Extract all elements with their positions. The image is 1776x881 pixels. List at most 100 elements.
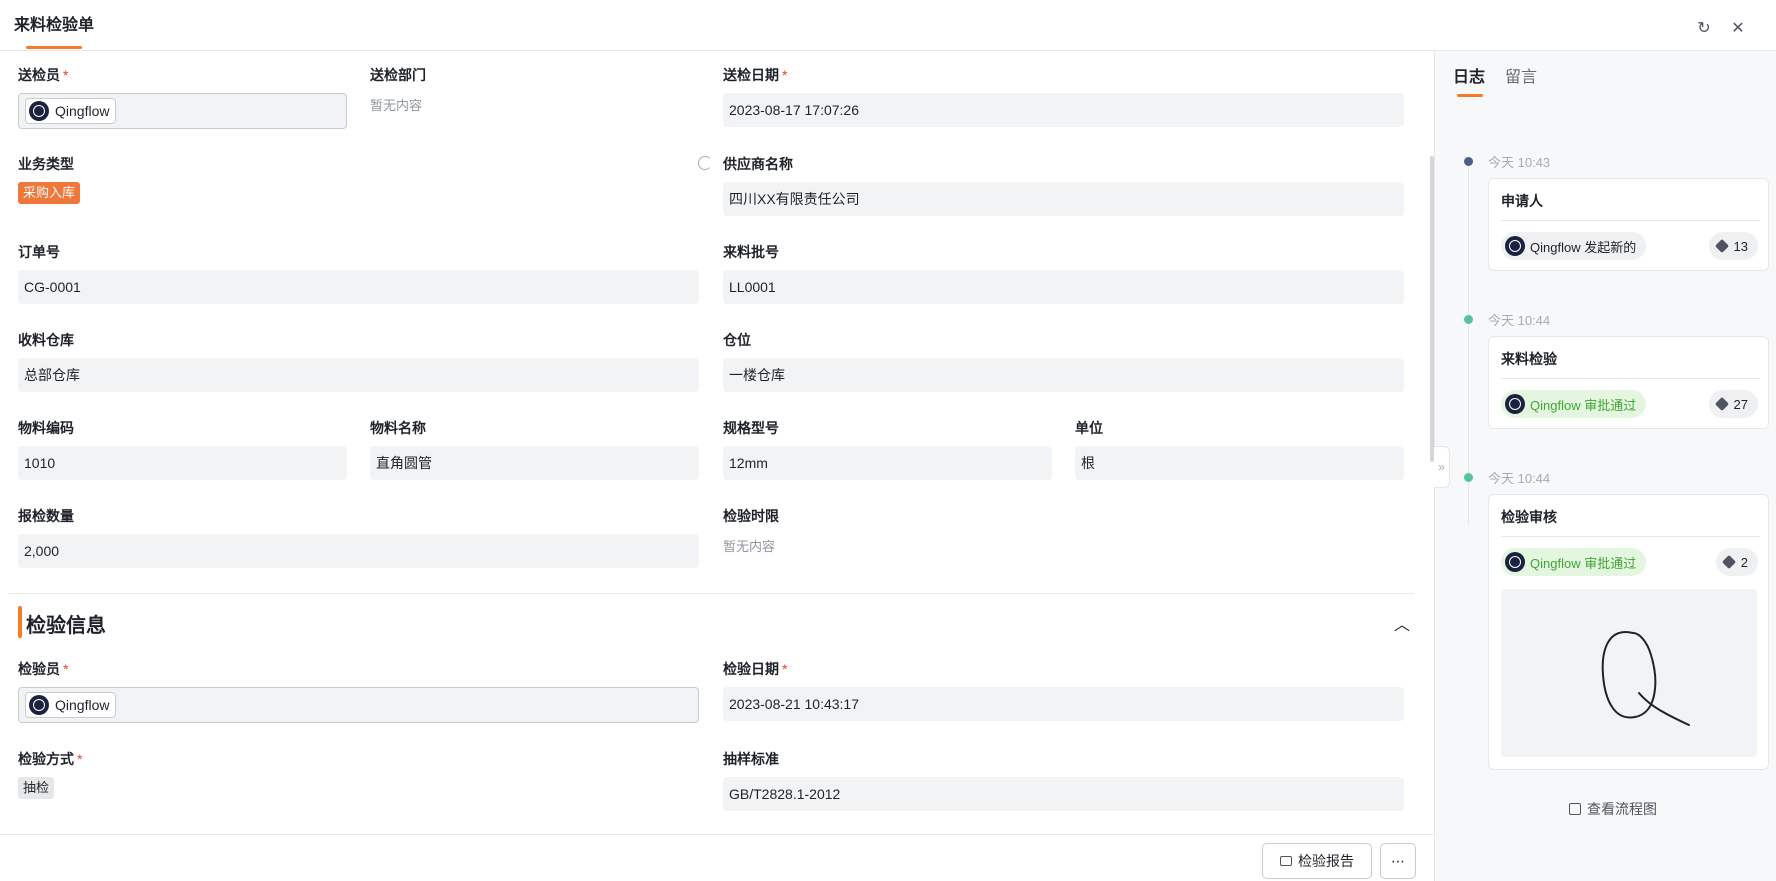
unit-input[interactable]: 根 — [1075, 446, 1404, 480]
report-button[interactable]: 检验报告 — [1262, 843, 1372, 879]
form-area[interactable]: 送检员 * Qingflow 送检部门 暂无内容 送检日期 * 2023-08-17… — [0, 51, 1434, 834]
quantity-input[interactable]: 2,000 — [18, 534, 699, 568]
avatar — [1505, 394, 1525, 414]
required-mark: * — [782, 67, 788, 83]
field-submit-date: 送检日期 * 2023-08-17 17:07:26 — [723, 65, 1404, 127]
signature-icon — [1601, 631, 1690, 726]
material-code-label: 物料编码 — [18, 420, 74, 436]
field-business-type: 业务类型 采购入库 — [18, 154, 699, 204]
supplier-input[interactable]: 四川XX有限责任公司 — [723, 182, 1404, 216]
signature-image[interactable] — [1501, 589, 1757, 757]
actor-pill: Qingflow 审批通过 — [1501, 548, 1647, 576]
flow-link-label: 查看流程图 — [1587, 801, 1657, 817]
avatar — [29, 101, 49, 121]
title-tab-indicator — [26, 46, 82, 49]
field-time-limit: 检验时限 暂无内容 — [723, 506, 1404, 555]
member-chip[interactable]: Qingflow — [25, 692, 117, 718]
entry-count: 2 — [1740, 554, 1748, 570]
actor-pill: Qingflow 发起新的 — [1501, 232, 1647, 260]
refresh-icon[interactable]: ↻ — [1694, 18, 1714, 38]
warehouse-input[interactable]: 总部仓库 — [18, 358, 699, 392]
field-count-badge[interactable]: 27 — [1708, 390, 1758, 418]
batch-no-input[interactable]: LL0001 — [723, 270, 1404, 304]
inspector-value: Qingflow — [55, 697, 110, 713]
entry-time: 今天 10:44 — [1488, 313, 1551, 328]
inspector-input[interactable]: Qingflow — [18, 687, 699, 723]
submitter-input[interactable]: Qingflow — [18, 93, 347, 129]
header-bar: 来料检验单 ↻ ✕ — [0, 0, 1776, 51]
actor-pill: Qingflow 审批通过 — [1501, 390, 1647, 418]
field-quantity: 报检数量 2,000 — [18, 506, 699, 568]
field-count-badge[interactable]: 2 — [1715, 548, 1758, 576]
location-label: 仓位 — [723, 332, 751, 348]
close-icon[interactable]: ✕ — [1728, 18, 1748, 38]
required-mark: * — [63, 67, 69, 83]
method-tag: 抽检 — [18, 777, 55, 799]
time-limit-label: 检验时限 — [723, 508, 779, 524]
field-material-name: 物料名称 直角圆管 — [370, 418, 699, 480]
inspect-date-input[interactable]: 2023-08-21 10:43:17 — [723, 687, 1404, 721]
flowchart-icon — [1569, 803, 1581, 815]
standard-label: 抽样标准 — [723, 751, 779, 767]
section-accent-bar — [18, 606, 22, 638]
wrench-icon — [1714, 396, 1729, 412]
required-mark: * — [63, 661, 69, 677]
inspector-label: 检验员 — [18, 661, 60, 677]
entry-title: 检验审核 — [1501, 509, 1557, 525]
supplier-label: 供应商名称 — [723, 156, 793, 172]
printer-icon — [1280, 856, 1292, 866]
field-material-code: 物料编码 1010 — [18, 418, 347, 480]
card-divider — [1501, 220, 1760, 221]
field-batch-no: 来料批号 LL0001 — [723, 242, 1404, 304]
member-chip[interactable]: Qingflow — [25, 98, 117, 124]
business-type-label: 业务类型 — [18, 156, 74, 172]
submit-date-input[interactable]: 2023-08-17 17:07:26 — [723, 93, 1404, 127]
material-code-input[interactable]: 1010 — [18, 446, 347, 480]
field-spec: 规格型号 12mm — [723, 418, 1052, 480]
order-no-input[interactable]: CG-0001 — [18, 270, 699, 304]
timeline-dot — [1464, 473, 1473, 482]
field-warehouse: 收料仓库 总部仓库 — [18, 330, 699, 392]
warehouse-label: 收料仓库 — [18, 332, 74, 348]
footer-bar: 检验报告 ⋯ — [0, 834, 1434, 881]
field-count-badge[interactable]: 13 — [1708, 232, 1758, 260]
timeline-dot — [1464, 157, 1473, 166]
page-title: 来料检验单 — [14, 17, 95, 34]
unit-label: 单位 — [1075, 420, 1103, 436]
card-divider — [1501, 536, 1760, 537]
standard-input[interactable]: GB/T2828.1-2012 — [723, 777, 1404, 811]
department-value: 暂无内容 — [370, 98, 423, 113]
tab-comments[interactable]: 留言 — [1505, 63, 1537, 87]
section-divider — [8, 593, 1414, 594]
submit-date-label: 送检日期 — [723, 67, 779, 83]
field-supplier: 供应商名称 四川XX有限责任公司 — [723, 154, 1404, 216]
inspect-date-label: 检验日期 — [723, 661, 779, 677]
log-card: 来料检验 Qingflow 审批通过 27 — [1488, 336, 1769, 429]
submitter-value: Qingflow — [55, 103, 110, 119]
tab-log[interactable]: 日志 — [1453, 63, 1485, 87]
quantity-label: 报检数量 — [18, 508, 74, 524]
log-card: 申请人 Qingflow 发起新的 13 — [1488, 178, 1769, 271]
spec-input[interactable]: 12mm — [723, 446, 1052, 480]
report-button-label: 检验报告 — [1298, 853, 1354, 869]
field-department: 送检部门 暂无内容 — [370, 65, 699, 114]
field-standard: 抽样标准 GB/T2828.1-2012 — [723, 749, 1404, 811]
submitter-label: 送检员 — [18, 67, 60, 83]
location-input[interactable]: 一楼仓库 — [723, 358, 1404, 392]
avatar — [29, 695, 49, 715]
material-name-input[interactable]: 直角圆管 — [370, 446, 699, 480]
field-inspector: 检验员 * Qingflow — [18, 659, 699, 723]
entry-actor: Qingflow 审批通过 — [1530, 555, 1637, 571]
tab-indicator — [1457, 94, 1483, 97]
section-title: 检验信息 — [26, 615, 106, 637]
chevron-up-icon[interactable]: ︿ — [1394, 611, 1410, 635]
history-icon[interactable] — [698, 156, 712, 170]
entry-time: 今天 10:43 — [1488, 155, 1551, 170]
avatar — [1505, 236, 1525, 256]
panel-toggle-handle[interactable]: » — [1434, 446, 1450, 488]
required-mark: * — [782, 661, 788, 677]
view-flow-link[interactable]: 查看流程图 — [1569, 799, 1657, 819]
more-button[interactable]: ⋯ — [1380, 843, 1416, 879]
field-submitter: 送检员 * Qingflow — [18, 65, 347, 129]
avatar — [1505, 552, 1525, 572]
